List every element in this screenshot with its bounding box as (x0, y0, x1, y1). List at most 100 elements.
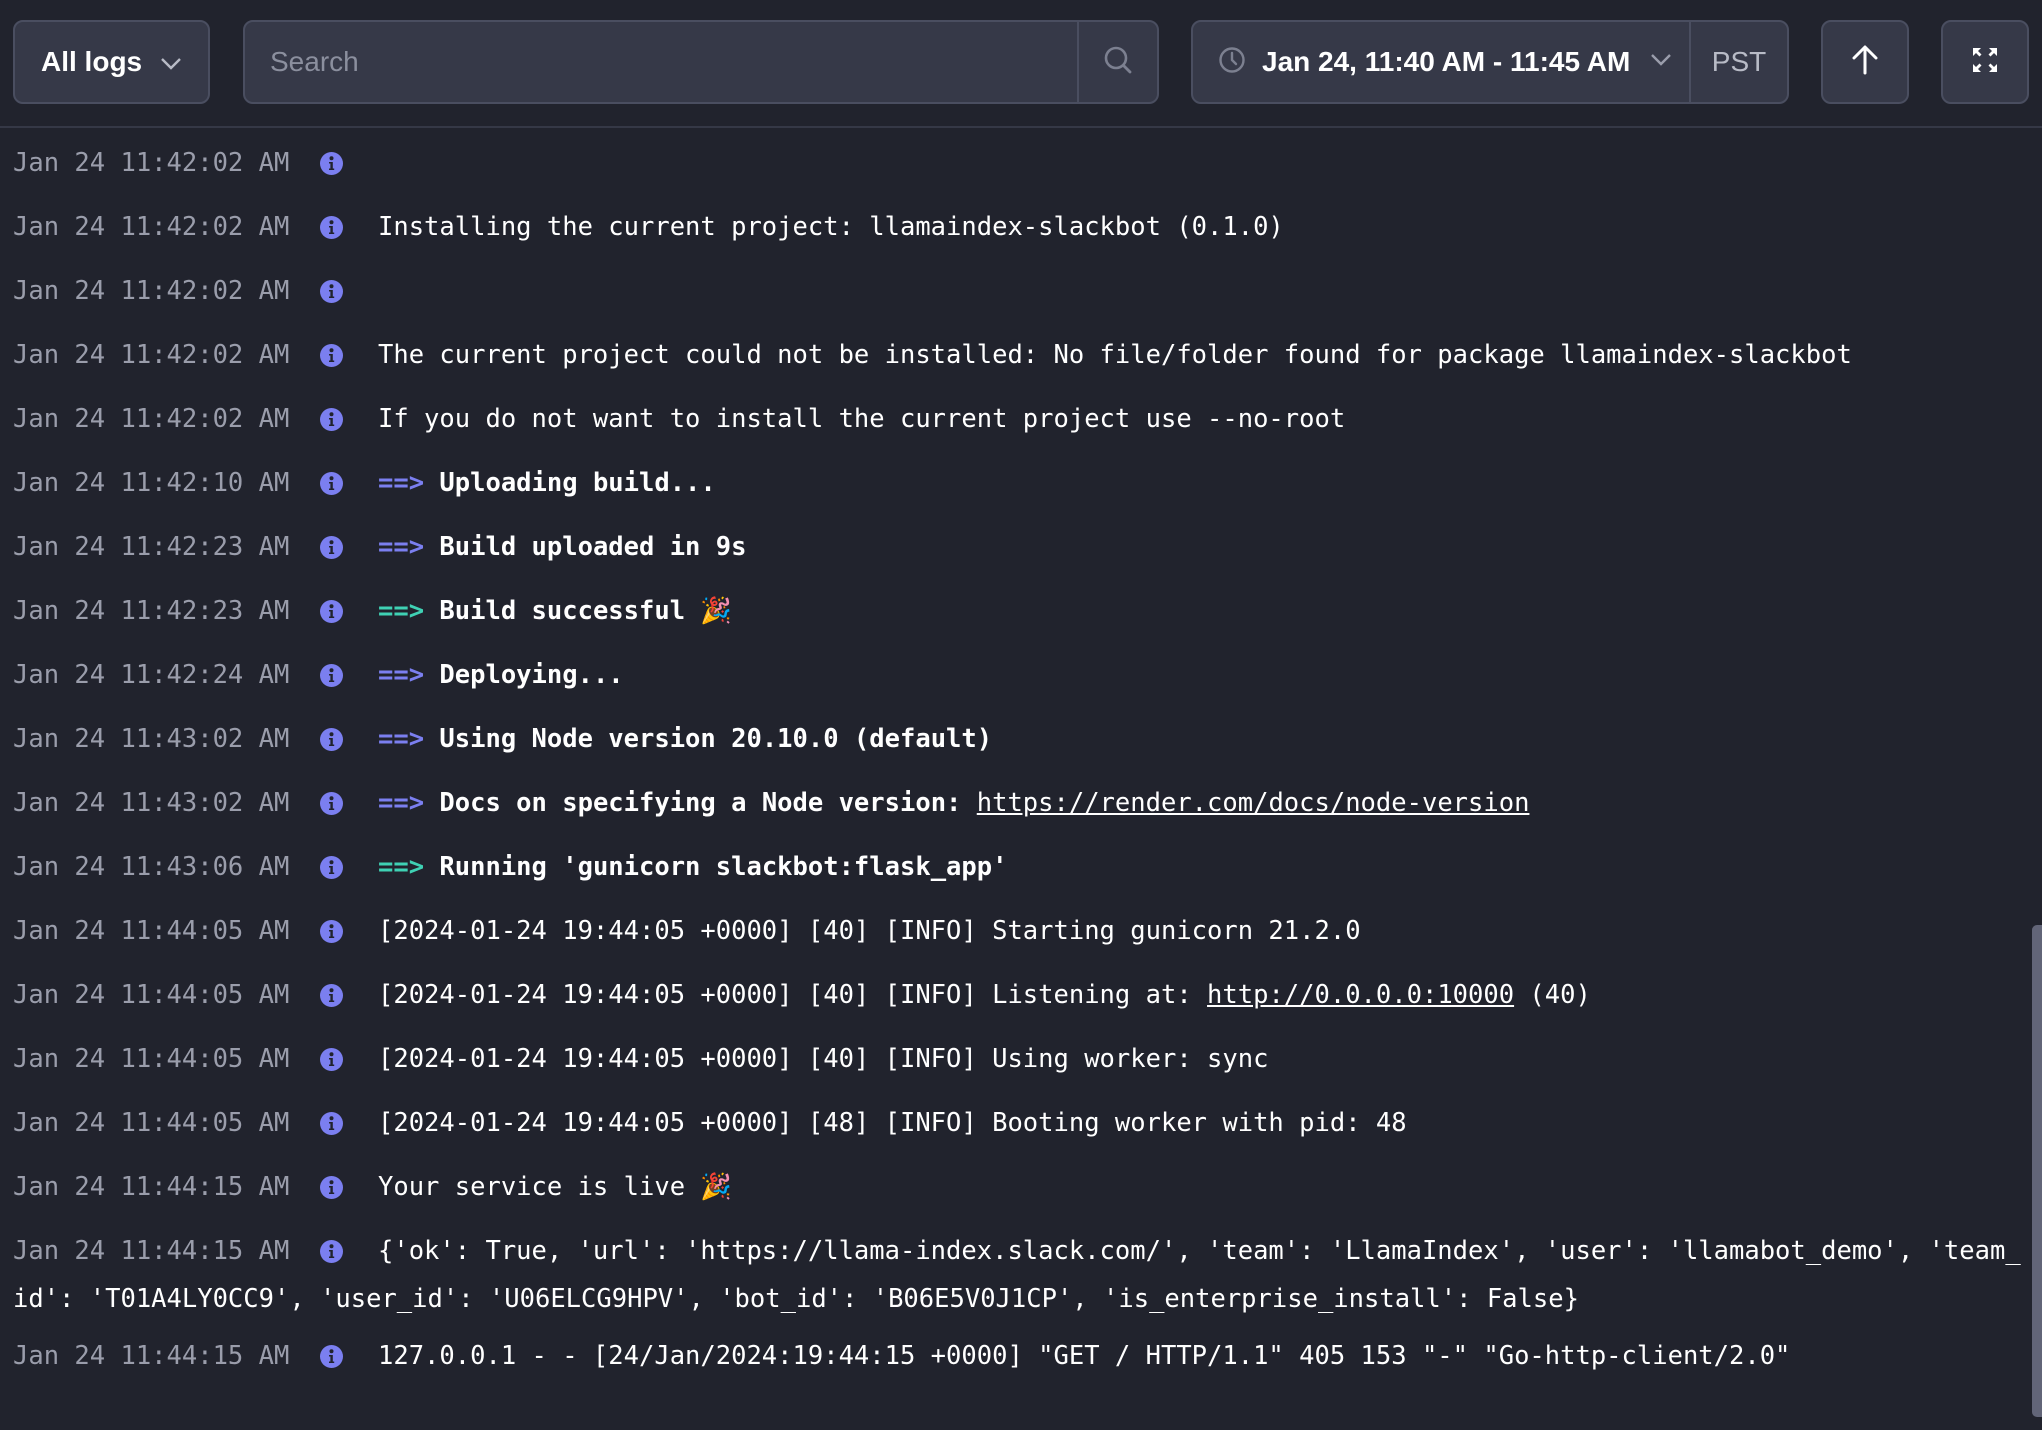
log-timestamp: Jan 24 11:43:02 AM (13, 724, 290, 754)
log-text: Uploading build... (424, 468, 716, 498)
log-row: Jan 24 11:44:05 AM [2024-01-24 19:44:05 +… (0, 1090, 2030, 1154)
log-arrow: ==> (378, 660, 425, 690)
log-row: Jan 24 11:43:02 AM ==> Using Node version… (0, 706, 2030, 770)
log-timestamp: Jan 24 11:43:06 AM (13, 852, 290, 882)
log-timestamp: Jan 24 11:42:02 AM (13, 404, 290, 434)
log-message: [2024-01-24 19:44:05 +0000] [48] [INFO] … (0, 1099, 2030, 1147)
time-range-dropdown[interactable]: Jan 24, 11:40 AM - 11:45 AM (1193, 22, 1691, 102)
log-row: Jan 24 11:42:02 AM (0, 258, 2030, 322)
info-icon (320, 728, 343, 751)
log-timestamp: Jan 24 11:44:05 AM (13, 916, 290, 946)
log-timestamp: Jan 24 11:42:02 AM (13, 340, 290, 370)
log-text: If you do not want to install the curren… (378, 404, 1346, 434)
log-timestamp: Jan 24 11:42:02 AM (13, 276, 290, 306)
timezone-button[interactable]: PST (1691, 46, 1787, 78)
log-link[interactable]: https://render.com/docs/node-version (977, 788, 1530, 818)
log-message (0, 139, 2030, 187)
info-icon (320, 1240, 343, 1263)
log-row: Jan 24 11:44:15 AM {'ok': True, 'url': 'h… (0, 1218, 2030, 1323)
search-icon (1103, 45, 1133, 80)
time-range-picker: Jan 24, 11:40 AM - 11:45 AM PST (1191, 20, 1789, 104)
log-text: {'ok': True, 'url': 'https://llama-index… (13, 1236, 2021, 1314)
log-timestamp: Jan 24 11:42:24 AM (13, 660, 290, 690)
log-text: The current project could not be install… (378, 340, 1852, 370)
info-icon (320, 280, 343, 303)
info-icon (320, 920, 343, 943)
log-row: Jan 24 11:42:02 AM If you do not want to … (0, 386, 2030, 450)
log-filter-dropdown[interactable]: All logs (13, 20, 210, 104)
log-timestamp: Jan 24 11:42:23 AM (13, 532, 290, 562)
log-message: Your service is live 🎉 (0, 1163, 2030, 1211)
info-icon (320, 1112, 343, 1135)
log-row: Jan 24 11:42:23 AM ==> Build successful 🎉 (0, 578, 2030, 642)
log-row: Jan 24 11:42:10 AM ==> Uploading build... (0, 450, 2030, 514)
log-arrow: ==> (378, 468, 425, 498)
log-row: Jan 24 11:44:05 AM [2024-01-24 19:44:05 +… (0, 962, 2030, 1026)
log-text: (40) (1514, 980, 1591, 1010)
log-timestamp: Jan 24 11:42:10 AM (13, 468, 290, 498)
log-message: Installing the current project: llamaind… (0, 203, 2030, 251)
arrow-up-icon (1852, 45, 1878, 80)
log-message: {'ok': True, 'url': 'https://llama-index… (0, 1227, 2030, 1323)
log-message: 127.0.0.1 - - [24/Jan/2024:19:44:15 +000… (0, 1332, 2030, 1380)
log-row: Jan 24 11:42:02 AM The current project co… (0, 322, 2030, 386)
log-timestamp: Jan 24 11:42:23 AM (13, 596, 290, 626)
fullscreen-icon (1972, 47, 1998, 78)
log-text: [2024-01-24 19:44:05 +0000] [40] [INFO] … (378, 980, 1208, 1010)
scrollbar[interactable] (2032, 925, 2042, 1417)
log-row: Jan 24 11:43:02 AM ==> Docs on specifying… (0, 770, 2030, 834)
log-text: Build successful 🎉 (424, 596, 733, 626)
log-message: [2024-01-24 19:44:05 +0000] [40] [INFO] … (0, 1035, 2030, 1083)
log-message: ==> Using Node version 20.10.0 (default) (0, 715, 2030, 763)
log-message: If you do not want to install the curren… (0, 395, 2030, 443)
chevron-down-icon (160, 46, 182, 78)
search-box (243, 20, 1159, 104)
log-link[interactable]: http://0.0.0.0:10000 (1207, 980, 1514, 1010)
log-text: Build uploaded in 9s (424, 532, 747, 562)
info-icon (320, 1048, 343, 1071)
info-icon (320, 216, 343, 239)
info-icon (320, 1345, 343, 1368)
log-message: ==> Build successful 🎉 (0, 587, 2030, 635)
search-input[interactable] (245, 22, 1075, 102)
log-message: [2024-01-24 19:44:05 +0000] [40] [INFO] … (0, 907, 2030, 955)
toolbar: All logs Jan 24, 11:40 AM - 11:45 AM PST (0, 0, 2042, 128)
log-text: Running 'gunicorn slackbot:flask_app' (424, 852, 1008, 882)
log-text: [2024-01-24 19:44:05 +0000] [40] [INFO] … (378, 1044, 1269, 1074)
log-row: Jan 24 11:44:15 AM 127.0.0.1 - - [24/Jan/… (0, 1323, 2030, 1387)
log-filter-label: All logs (41, 46, 143, 77)
log-timestamp: Jan 24 11:42:02 AM (13, 212, 290, 242)
info-icon (320, 1176, 343, 1199)
log-row: Jan 24 11:44:05 AM [2024-01-24 19:44:05 +… (0, 898, 2030, 962)
log-text: Deploying... (424, 660, 624, 690)
log-arrow: ==> (378, 852, 425, 882)
scroll-to-top-button[interactable] (1821, 20, 1909, 104)
info-icon (320, 472, 343, 495)
log-arrow: ==> (378, 724, 425, 754)
log-timestamp: Jan 24 11:44:05 AM (13, 1108, 290, 1138)
info-icon (320, 984, 343, 1007)
log-timestamp: Jan 24 11:43:02 AM (13, 788, 290, 818)
log-row: Jan 24 11:42:24 AM ==> Deploying... (0, 642, 2030, 706)
log-timestamp: Jan 24 11:42:02 AM (13, 148, 290, 178)
log-row: Jan 24 11:42:02 AM Installing the current… (0, 194, 2030, 258)
log-message: ==> Build uploaded in 9s (0, 523, 2030, 571)
search-button[interactable] (1077, 22, 1157, 102)
info-icon (320, 536, 343, 559)
log-list: Jan 24 11:42:02 AM Jan 24 11:42:02 AM Ins… (0, 130, 2030, 1430)
log-row: Jan 24 11:43:06 AM ==> Running 'gunicorn … (0, 834, 2030, 898)
info-icon (320, 856, 343, 879)
log-timestamp: Jan 24 11:44:15 AM (13, 1236, 290, 1266)
log-message: ==> Docs on specifying a Node version: h… (0, 779, 2030, 827)
time-range-label: Jan 24, 11:40 AM - 11:45 AM (1262, 46, 1631, 77)
log-timestamp: Jan 24 11:44:15 AM (13, 1341, 290, 1371)
log-row: Jan 24 11:42:23 AM ==> Build uploaded in … (0, 514, 2030, 578)
log-row: Jan 24 11:42:02 AM (0, 130, 2030, 194)
log-text: Docs on specifying a Node version: (424, 788, 977, 818)
chevron-down-icon (1650, 53, 1672, 72)
log-text: [2024-01-24 19:44:05 +0000] [48] [INFO] … (378, 1108, 1407, 1138)
log-message: ==> Running 'gunicorn slackbot:flask_app… (0, 843, 2030, 891)
fullscreen-button[interactable] (1941, 20, 2029, 104)
info-icon (320, 664, 343, 687)
log-row: Jan 24 11:44:05 AM [2024-01-24 19:44:05 +… (0, 1026, 2030, 1090)
